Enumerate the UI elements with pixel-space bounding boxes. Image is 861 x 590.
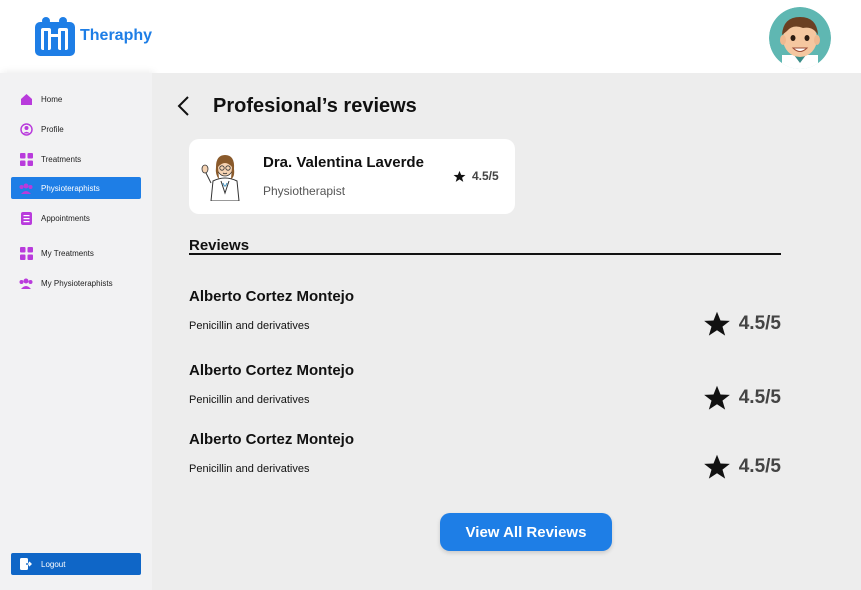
logout-icon <box>19 557 33 571</box>
user-avatar[interactable] <box>769 7 831 69</box>
professional-role: Physiotherapist <box>263 184 346 198</box>
sidebar-item-profile[interactable]: Profile <box>11 118 141 140</box>
review-text: Penicillin and derivatives <box>189 463 310 475</box>
sidebar-item-treatments[interactable]: Treatments <box>11 148 141 170</box>
reviewer-name: Alberto Cortez Montejo <box>189 362 354 379</box>
logout-label: Logout <box>41 559 66 569</box>
sidebar-item-my-physioteraphists[interactable]: My Physioteraphists <box>11 272 141 294</box>
sidebar-item-home[interactable]: Home <box>11 88 141 110</box>
top-header: Theraphy <box>0 0 861 73</box>
list-icon <box>19 211 33 225</box>
user-avatar-icon <box>769 7 831 69</box>
star-icon <box>703 454 730 479</box>
review-item: Alberto Cortez Montejo Penicillin and de… <box>189 431 781 491</box>
reviewer-name: Alberto Cortez Montejo <box>189 288 354 305</box>
reviews-heading: Reviews <box>189 237 250 254</box>
view-all-reviews-button[interactable]: View All Reviews <box>440 513 612 551</box>
chevron-left-icon <box>177 96 189 116</box>
review-item: Alberto Cortez Montejo Penicillin and de… <box>189 362 781 422</box>
reviews-divider <box>189 253 781 255</box>
sidebar: Home Profile Treatments Physioteraphists… <box>0 73 152 590</box>
group-icon <box>19 181 33 195</box>
main-content: Profesional’s reviews Dra. Valentina Lav… <box>152 73 861 590</box>
professional-rating-value: 4.5/5 <box>472 169 499 183</box>
review-rating: 4.5/5 <box>703 310 781 338</box>
sidebar-item-label: Profile <box>41 124 64 134</box>
sidebar-item-label: Physioteraphists <box>41 183 100 193</box>
sidebar-item-physioteraphists[interactable]: Physioteraphists <box>11 177 141 199</box>
profile-icon <box>19 122 33 136</box>
review-rating-value: 4.5/5 <box>738 456 781 477</box>
star-icon <box>703 385 730 410</box>
review-rating-value: 4.5/5 <box>738 387 781 408</box>
review-item: Alberto Cortez Montejo Penicillin and de… <box>189 288 781 348</box>
app-page: Theraphy Home Profile Treatments Physiot… <box>0 0 861 590</box>
sidebar-item-label: Home <box>41 94 63 104</box>
sidebar-item-label: Appointments <box>41 213 90 223</box>
sidebar-item-appointments[interactable]: Appointments <box>11 207 141 229</box>
group-icon <box>19 276 33 290</box>
grid-icon <box>19 152 33 166</box>
review-text: Penicillin and derivatives <box>189 394 310 406</box>
sidebar-item-label: My Physioteraphists <box>41 278 113 288</box>
doctor-illustration-icon <box>201 155 240 201</box>
star-icon <box>453 170 466 182</box>
logout-button[interactable]: Logout <box>11 553 141 575</box>
review-rating: 4.5/5 <box>703 384 781 412</box>
professional-card[interactable]: Dra. Valentina Laverde Physiotherapist 4… <box>189 139 515 214</box>
sidebar-item-label: Treatments <box>41 154 82 164</box>
reviewer-name: Alberto Cortez Montejo <box>189 431 354 448</box>
back-button[interactable] <box>174 95 194 117</box>
theraphy-logo-icon <box>35 17 75 56</box>
app-name: Theraphy <box>80 27 153 44</box>
review-rating-value: 4.5/5 <box>738 313 781 334</box>
sidebar-item-label: My Treatments <box>41 248 94 258</box>
app-logo[interactable]: Theraphy <box>35 16 152 56</box>
page-title: Profesional’s reviews <box>213 95 417 117</box>
sidebar-item-my-treatments[interactable]: My Treatments <box>11 242 141 264</box>
grid-icon <box>19 246 33 260</box>
review-text: Penicillin and derivatives <box>189 320 310 332</box>
professional-rating: 4.5/5 <box>453 169 499 183</box>
star-icon <box>703 311 730 336</box>
professional-name: Dra. Valentina Laverde <box>263 154 424 171</box>
home-icon <box>19 92 33 106</box>
review-rating: 4.5/5 <box>703 453 781 481</box>
